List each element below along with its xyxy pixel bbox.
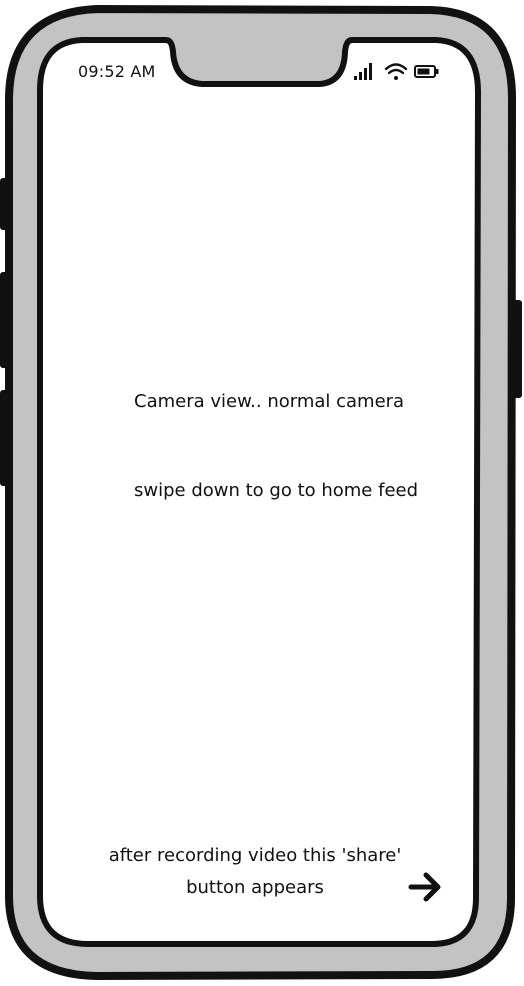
status-icons — [354, 63, 439, 80]
status-time: 09:52 AM — [78, 62, 156, 81]
share-button-note: after recording video this 'share' butto… — [108, 845, 402, 898]
arrow-right-icon — [408, 872, 441, 902]
wifi-icon — [384, 63, 408, 80]
battery-icon — [414, 65, 439, 78]
swipe-down-note: swipe down to go to home feed — [134, 480, 419, 501]
share-button[interactable] — [406, 868, 444, 906]
signal-bars-icon — [354, 63, 372, 80]
camera-view-note: Camera view.. normal camera — [134, 391, 405, 412]
